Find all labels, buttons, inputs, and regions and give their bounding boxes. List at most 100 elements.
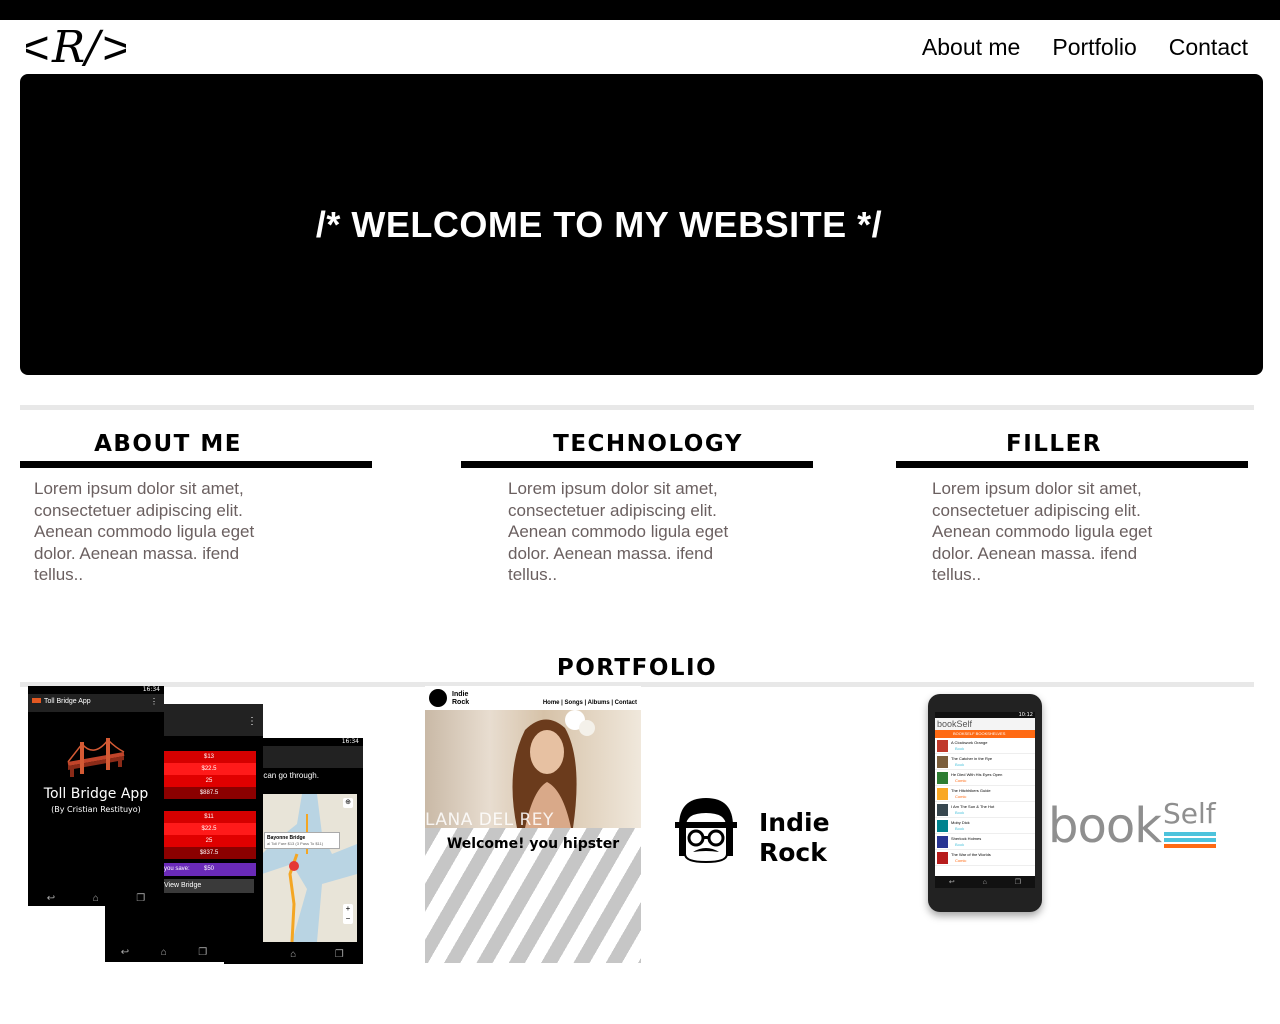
brand-stripe-blue-2 — [1164, 838, 1216, 842]
top-bar — [0, 0, 1280, 20]
status-time: 16:34 — [142, 686, 160, 693]
price-row: $22.5 — [162, 823, 256, 835]
phone-frame: 10:12 bookSelf BOOKSELF BOOKSHELVES A Cl… — [928, 694, 1042, 912]
price-row: $13 — [162, 751, 256, 763]
book-tag: Book — [955, 746, 965, 751]
site-logo-text: Indie Rock — [452, 691, 469, 707]
map-popup-sub: al Toll Fare $13 (3 Pass To $11) — [267, 841, 324, 846]
hipster-face-icon — [675, 798, 737, 864]
nav-contact[interactable]: Contact — [1169, 30, 1248, 64]
price-row: $837.5 — [162, 847, 256, 859]
indie-rock-site-preview: Indie Rock Home | Songs | Albums | Conta… — [425, 686, 641, 963]
nav-portfolio[interactable]: Portfolio — [1052, 30, 1136, 64]
book-tag: Comic — [955, 778, 967, 783]
book-cover — [937, 788, 948, 800]
home-icon[interactable]: ⌂ — [290, 949, 296, 960]
savings-value: $50 — [203, 866, 214, 872]
recents-icon[interactable]: ❐ — [335, 949, 344, 960]
book-tag: Book — [955, 810, 965, 815]
book-tag: Book — [955, 842, 965, 847]
view-bridge-button[interactable]: View Bridge — [162, 879, 254, 893]
indie-rock-card[interactable]: Indie Rock Home | Songs | Albums | Conta… — [425, 686, 830, 964]
overflow-menu-icon[interactable]: ⋮ — [247, 716, 257, 727]
brand-line2: Rock — [759, 838, 827, 867]
book-cover — [937, 772, 948, 784]
book-row[interactable]: The Catcher in the Rye Book — [935, 754, 1035, 770]
price-row: $887.5 — [162, 787, 256, 799]
book-title: The Catcher in the Rye — [951, 756, 993, 761]
heading-rule — [20, 461, 372, 468]
brand-stripe-blue — [1164, 832, 1216, 836]
splash-app-name: Toll Bridge App — [43, 786, 149, 802]
prices-list-a: $13 $22.5 25 $887.5 — [162, 751, 256, 799]
bookself-appbar: bookSelf — [935, 718, 1035, 730]
home-icon[interactable]: ⌂ — [983, 879, 987, 886]
book-row[interactable]: He Died With His Eyes Open Comic — [935, 770, 1035, 786]
price-row: $22.5 — [162, 763, 256, 775]
recents-icon[interactable]: ❐ — [198, 947, 207, 958]
bookself-brand-self: Self — [1163, 797, 1216, 830]
splash-appbar: Toll Bridge App ⋮ — [28, 694, 164, 712]
book-title: He Died With His Eyes Open — [951, 772, 1003, 777]
book-title: Sherlock Holmes — [951, 836, 982, 841]
bookself-card[interactable]: 10:12 bookSelf BOOKSELF BOOKSHELVES A Cl… — [920, 690, 1220, 920]
recents-icon[interactable]: ❐ — [136, 893, 145, 904]
splash-byline: (By Cristian Restituyo) — [51, 805, 141, 814]
price-row: 25 — [162, 775, 256, 787]
book-row[interactable]: Sherlock Holmes Book — [935, 834, 1035, 850]
bookself-brand-book: book — [1048, 798, 1162, 854]
book-tag: Book — [955, 762, 965, 767]
home-icon[interactable]: ⌂ — [93, 893, 99, 904]
site-nav[interactable]: Home | Songs | Albums | Contact — [543, 700, 637, 706]
overflow-menu-icon[interactable]: ⋮ — [150, 697, 158, 706]
nav-about-me[interactable]: About me — [922, 30, 1020, 64]
locate-icon[interactable]: ⊕ — [343, 798, 353, 808]
filler-text: Lorem ipsum dolor sit amet, consectetuer… — [932, 479, 1153, 585]
android-nav-bar: ↩ ⌂ ❐ — [105, 942, 223, 962]
zoom-controls-icon[interactable]: + − — [343, 904, 353, 924]
about-me-heading: ABOUT ME — [94, 431, 242, 457]
book-cover — [937, 852, 948, 864]
book-title: The Hitchhikers Guide — [951, 788, 991, 793]
filler-heading: FILLER — [1005, 431, 1102, 457]
android-nav-bar: ↩ ⌂ ❐ — [28, 890, 164, 906]
app-logo: bookSelf — [937, 719, 973, 729]
home-icon[interactable]: ⌂ — [161, 947, 167, 958]
book-cover — [937, 804, 948, 816]
back-icon[interactable]: ↩ — [121, 947, 129, 958]
prices-list-b: $11 $22.5 25 $837.5 — [162, 811, 256, 859]
book-title: The War of the Worlds — [951, 852, 991, 857]
book-tag: Comic — [955, 794, 967, 799]
portfolio-heading: PORTFOLIO — [556, 655, 718, 681]
book-row[interactable]: I Am The Sun & The Hot Book — [935, 802, 1035, 818]
book-tag: Comic — [955, 858, 967, 863]
site-logo[interactable]: <R/> — [26, 20, 126, 74]
appbar-title: Toll Bridge App — [44, 698, 91, 705]
app-icon — [32, 698, 41, 703]
toll-bridge-card[interactable]: 16:34 idge here Cars can go through. e) … — [28, 686, 364, 964]
map-view: Bayonne Bridge al Toll Fare $13 (3 Pass … — [262, 794, 357, 943]
book-cover — [937, 836, 948, 848]
book-title: Moby Dick — [951, 820, 970, 825]
book-row[interactable]: A Clockwork Orange Book — [935, 738, 1035, 754]
bookself-tab[interactable]: BOOKSELF BOOKSHELVES — [935, 730, 1035, 738]
recents-icon[interactable]: ❐ — [1015, 878, 1021, 886]
technology-heading: TECHNOLOGY — [553, 431, 743, 457]
book-cover — [937, 756, 948, 768]
book-row[interactable]: The Hitchhikers Guide Comic — [935, 786, 1035, 802]
map-popup: Bayonne Bridge al Toll Fare $13 (3 Pass … — [264, 832, 340, 849]
hero-photo-text: LANA DEL REY — [425, 810, 554, 830]
back-icon[interactable]: ↩ — [949, 878, 955, 886]
site-logo-icon — [429, 689, 447, 707]
book-cover — [937, 740, 948, 752]
section-divider — [20, 405, 1254, 410]
technology-text: Lorem ipsum dolor sit amet, consectetuer… — [508, 479, 729, 585]
book-row[interactable]: The War of the Worlds Comic — [935, 850, 1035, 866]
back-icon[interactable]: ↩ — [47, 893, 55, 904]
site-logo-line2: Rock — [452, 699, 470, 706]
book-row[interactable]: Moby Dick Book — [935, 818, 1035, 834]
price-row: 25 — [162, 835, 256, 847]
book-cover — [937, 820, 948, 832]
technology-column: TECHNOLOGY Lorem ipsum dolor sit amet, c… — [461, 428, 813, 586]
android-nav-bar: ↩ ⌂ ❐ — [935, 876, 1035, 888]
